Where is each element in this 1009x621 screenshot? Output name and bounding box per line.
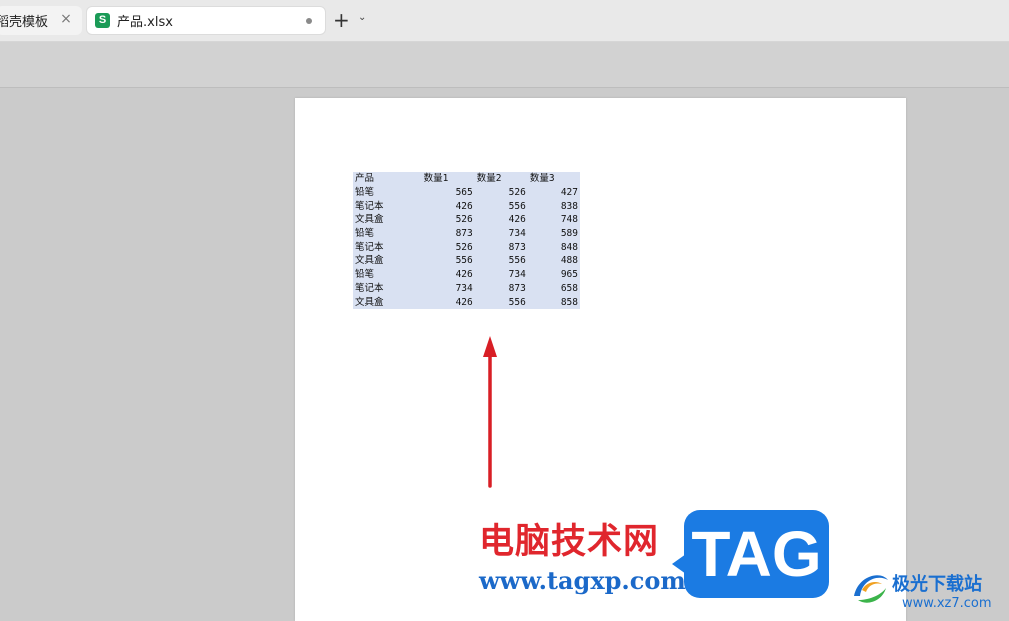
table-cell: 556 xyxy=(455,255,473,267)
chevron-down-icon[interactable]: ⌄ xyxy=(358,12,366,23)
table-header-cell: 产品 xyxy=(355,173,375,185)
spreadsheet-icon: S xyxy=(95,13,110,28)
table-cell: 873 xyxy=(455,228,473,240)
watermark2-url: www.xz7.com xyxy=(902,596,992,611)
table-cell: 文具盒 xyxy=(355,296,384,308)
table-cell: 铅笔 xyxy=(355,269,375,281)
table-cell: 426 xyxy=(455,269,473,281)
table-header-row: 产品 数量1 数量2 数量3 xyxy=(353,172,580,186)
table-cell: 565 xyxy=(455,187,473,199)
tab-label: 产品.xlsx xyxy=(117,15,173,30)
table-cell: 556 xyxy=(508,296,526,308)
table-cell: 526 xyxy=(455,241,473,253)
table-cell: 873 xyxy=(508,282,526,294)
close-icon[interactable]: × xyxy=(60,12,72,26)
table-cell: 文具盒 xyxy=(355,214,384,226)
table-cell: 427 xyxy=(560,187,578,199)
table-cell: 488 xyxy=(560,255,578,267)
table-row: 笔记本 426 556 838 xyxy=(353,199,580,213)
tab-template[interactable]: 稻壳模板 × xyxy=(0,6,82,35)
table-cell: 文具盒 xyxy=(355,255,384,267)
watermark-tag-logo: TAG xyxy=(672,510,829,598)
table-row: 文具盒 556 556 488 xyxy=(353,254,580,268)
table-cell: 873 xyxy=(508,241,526,253)
watermark-site-name: 电脑技术网 xyxy=(479,522,660,562)
xz7-logo-icon xyxy=(854,575,888,603)
table-cell: 556 xyxy=(508,255,526,267)
table-cell: 734 xyxy=(508,228,526,240)
table-cell: 426 xyxy=(508,214,526,226)
table-cell: 笔记本 xyxy=(355,282,384,294)
table-cell: 426 xyxy=(455,296,473,308)
table-row: 铅笔 426 734 965 xyxy=(353,268,580,282)
table-cell: 556 xyxy=(508,200,526,212)
table-cell: 铅笔 xyxy=(355,187,375,199)
table-row: 笔记本 526 873 848 xyxy=(353,240,580,254)
table-cell: 笔记本 xyxy=(355,200,384,212)
table-row: 文具盒 426 556 858 xyxy=(353,295,580,309)
table-cell: 734 xyxy=(455,282,473,294)
table-cell: 838 xyxy=(560,200,578,212)
table-header-cell: 数量1 xyxy=(423,173,449,185)
table-cell: 526 xyxy=(455,214,473,226)
table-row: 铅笔 565 526 427 xyxy=(353,186,580,200)
table-cell: 526 xyxy=(508,187,526,199)
table-cell: 848 xyxy=(560,241,578,253)
unsaved-dot-icon[interactable] xyxy=(306,18,312,24)
table-header-cell: 数量3 xyxy=(529,173,555,185)
table-row: 铅笔 873 734 589 xyxy=(353,227,580,241)
red-arrow-icon xyxy=(483,336,497,488)
table-cell: 748 xyxy=(560,214,578,226)
table-cell: 426 xyxy=(455,200,473,212)
table-cell: 658 xyxy=(560,282,578,294)
table-cell: 734 xyxy=(508,269,526,281)
table-cell: 858 xyxy=(560,296,578,308)
table-header-cell: 数量2 xyxy=(476,173,502,185)
watermark-site-url: www.tagxp.com xyxy=(479,566,686,595)
table-cell: 铅笔 xyxy=(355,228,375,240)
table-cell: 965 xyxy=(560,269,578,281)
tab-product-xlsx[interactable]: S 产品.xlsx xyxy=(86,6,326,35)
table-row: 笔记本 734 873 658 xyxy=(353,282,580,296)
tab-label: 稻壳模板 xyxy=(0,15,49,30)
table-cell: 589 xyxy=(560,228,578,240)
toolbar xyxy=(0,42,1009,88)
table-row: 文具盒 526 426 748 xyxy=(353,213,580,227)
watermark2-name: 极光下载站 xyxy=(892,574,982,595)
tab-bar: 稻壳模板 × S 产品.xlsx + ⌄ xyxy=(0,0,1009,42)
table-cell: 笔记本 xyxy=(355,241,384,253)
data-table: 产品 数量1 数量2 数量3 铅笔 565 526 427 笔记本 426 556 838 文具盒 526… xyxy=(353,172,580,309)
new-tab-button[interactable]: + xyxy=(333,9,350,31)
